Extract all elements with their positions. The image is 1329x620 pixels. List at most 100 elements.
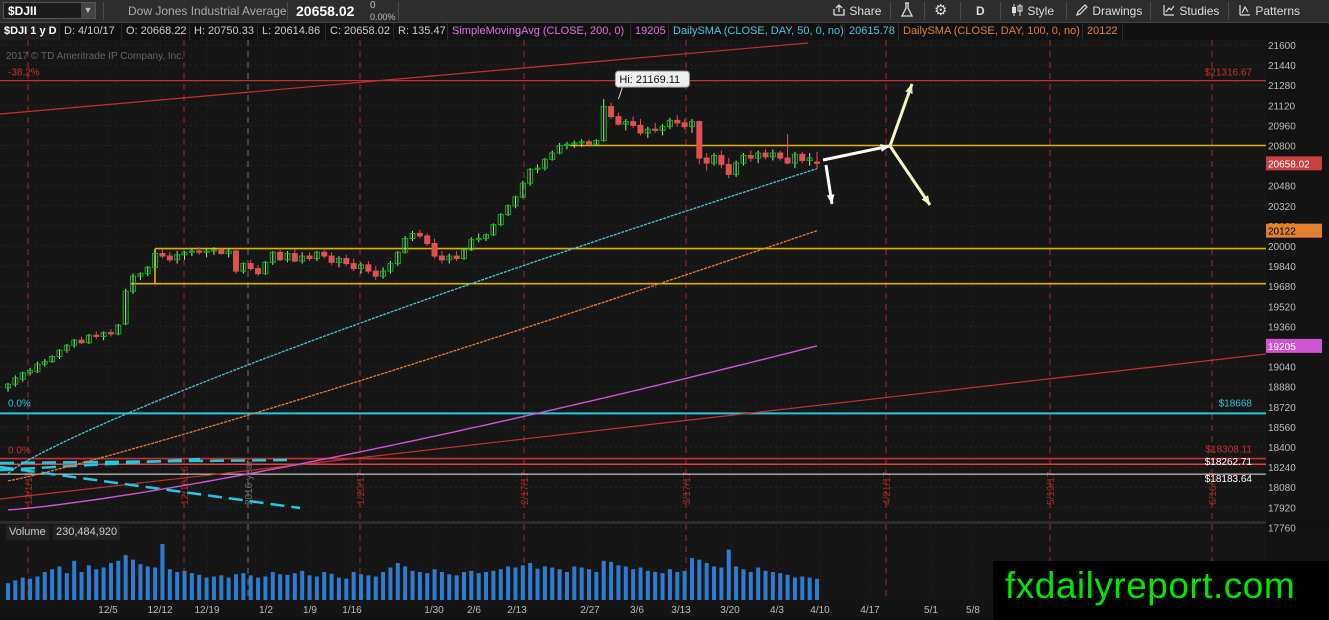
volume-bar: [64, 573, 69, 600]
volume-bar: [594, 572, 599, 600]
volume-bar: [145, 566, 150, 600]
price-tick-label: 21600: [1268, 41, 1296, 52]
volume-bar: [704, 563, 709, 600]
candle-body: [777, 152, 784, 159]
volume-bar: [57, 566, 62, 600]
fib-label: -38.2%: [8, 68, 40, 79]
candle-body: [725, 163, 732, 175]
volume-bar: [535, 568, 540, 600]
candle-body: [762, 152, 769, 158]
volume-bar: [778, 573, 783, 600]
time-marker-label: 3/17/17: [682, 471, 693, 505]
volume-bar: [101, 567, 106, 600]
volume-bar: [42, 572, 47, 600]
candle-body: [586, 141, 593, 145]
volume-bar: [270, 572, 275, 600]
volume-bar: [86, 565, 91, 600]
volume-label: Volume: [6, 525, 49, 540]
pane-separator[interactable]: [0, 521, 1266, 524]
price-tick-label: 20320: [1268, 202, 1296, 213]
volume-bar: [660, 573, 665, 600]
volume-bar: [211, 576, 216, 600]
candle-body: [799, 153, 806, 162]
date-tick-label: 12/12: [147, 605, 172, 616]
volume-bar: [292, 573, 297, 600]
price-tick-label: 18560: [1268, 423, 1296, 434]
candle-body: [372, 270, 379, 277]
sma200-badge: 19205: [1268, 342, 1296, 353]
volume-bar: [439, 572, 444, 600]
volume-bar: [336, 577, 341, 600]
volume-bar: [653, 572, 658, 600]
volume-bar: [248, 575, 253, 600]
volume-bar: [381, 572, 386, 600]
volume-bar: [484, 572, 489, 600]
volume-bar: [13, 580, 18, 600]
candle-body: [453, 255, 460, 260]
volume-bar: [741, 569, 746, 600]
volume-bar: [542, 566, 547, 600]
candle-body: [747, 155, 754, 159]
candle-body: [652, 128, 659, 131]
candle-body: [365, 264, 372, 272]
watermark: fxdailyreport.com: [993, 561, 1329, 620]
candle-body: [218, 249, 225, 255]
volume-bar: [734, 566, 739, 600]
candle-body: [814, 161, 820, 164]
volume-bar: [748, 572, 753, 600]
volume-bar: [623, 566, 628, 600]
volume-bar: [233, 574, 238, 600]
candle-body: [630, 121, 637, 126]
candle-body: [424, 235, 431, 244]
candle-body: [350, 263, 357, 270]
volume-bar: [285, 574, 290, 600]
price-chart[interactable]: 12/1/16 12/16/16 2016 year 1/20/17 2/17/17 3/…: [0, 0, 1329, 620]
volume-bar: [351, 572, 356, 600]
volume-bar: [491, 570, 496, 600]
volume-bar: [307, 575, 312, 600]
volume-bar: [219, 575, 224, 600]
volume-bar: [373, 576, 378, 600]
candle-body: [696, 121, 703, 159]
volume-bar: [513, 567, 518, 600]
level-price-label: $18668: [1219, 398, 1253, 409]
volume-bar: [564, 572, 569, 600]
volume-bar: [79, 572, 84, 600]
volume-bar: [123, 555, 128, 600]
volume-bar: [520, 565, 525, 600]
candle-body: [255, 268, 262, 275]
price-tick-label: 19040: [1268, 363, 1296, 374]
fib-label: 0.0%: [8, 398, 31, 409]
volume-bar: [388, 567, 393, 600]
price-tick-label: 20000: [1268, 242, 1296, 253]
volume-bar: [756, 567, 761, 600]
level-price-label: $18308.11: [1205, 445, 1252, 456]
volume-bar: [366, 575, 371, 600]
volume-bar: [528, 563, 533, 600]
price-tick-label: 18720: [1268, 403, 1296, 414]
candle-body: [196, 250, 203, 253]
candle-body: [674, 119, 681, 124]
volume-bar: [689, 558, 694, 600]
candle-body: [78, 339, 85, 344]
volume-bar: [667, 569, 672, 600]
watermark-text: fxdailyreport.com: [1005, 565, 1296, 606]
volume-bar: [131, 559, 136, 600]
volume-bar: [329, 573, 334, 600]
date-tick-label: 3/6: [630, 605, 644, 616]
volume-bar: [609, 561, 614, 600]
volume-bar: [116, 560, 121, 600]
volume-bar: [476, 573, 481, 600]
volume-bar: [572, 566, 577, 600]
volume-bar: [770, 572, 775, 600]
date-tick-label: 1/9: [303, 605, 317, 616]
candle-body: [306, 255, 313, 260]
volume-bar: [469, 570, 474, 600]
candle-body: [718, 155, 725, 165]
fib-label: 0.0%: [8, 446, 31, 457]
price-tick-label: 19520: [1268, 302, 1296, 313]
volume-bar: [182, 570, 187, 600]
volume-bar: [314, 576, 319, 600]
volume-bar: [197, 574, 202, 600]
candle-body: [232, 250, 239, 272]
